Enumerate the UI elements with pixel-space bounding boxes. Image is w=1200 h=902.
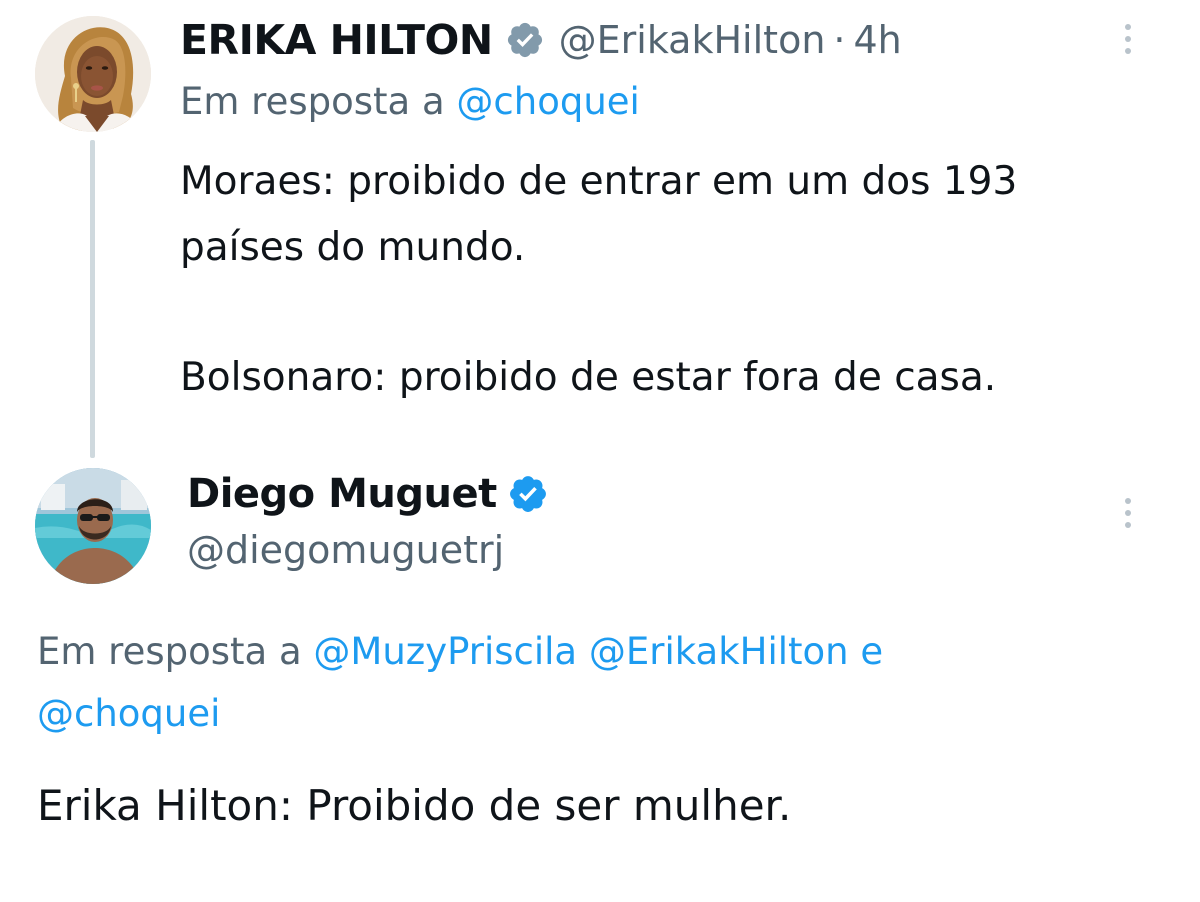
reply-conjunction: e: [860, 630, 884, 673]
tweet-text-line: Bolsonaro: proibido de estar fora de cas…: [180, 355, 997, 400]
avatar-diego-muguet-image: [35, 468, 151, 584]
tweet-timestamp[interactable]: 4h: [854, 18, 902, 62]
mention-link-erikakhilton[interactable]: @ErikakHilton: [589, 630, 849, 673]
avatar-erika-hilton[interactable]: [35, 16, 151, 132]
tweet-text-line: países do mundo.: [180, 225, 526, 270]
avatar-erika-hilton-image: [35, 16, 151, 132]
gray-verified-badge-icon[interactable]: [505, 20, 545, 60]
more-vertical-icon[interactable]: [1121, 24, 1135, 54]
mention-link-choquei[interactable]: @choquei: [37, 692, 220, 735]
mention-link-muzypriscila[interactable]: @MuzyPriscila: [313, 630, 577, 673]
mention-link-choquei[interactable]: @choquei: [456, 80, 639, 123]
reply-context-continued: @choquei: [37, 684, 220, 744]
tweet-header: ERIKA HILTON @ErikakHilton · 4h: [180, 12, 902, 68]
separator-dot: ·: [833, 18, 846, 62]
tweet-header: Diego Muguet: [187, 466, 549, 522]
more-vertical-icon[interactable]: [1121, 498, 1135, 528]
reply-prefix: Em resposta a: [180, 80, 445, 123]
reply-prefix: Em resposta a: [37, 630, 302, 673]
tweet-text-line: Moraes: proibido de entrar em um dos 193: [180, 159, 1018, 204]
author-handle[interactable]: @diegomuguetrj: [187, 528, 504, 572]
avatar-diego-muguet[interactable]: [35, 468, 151, 584]
author-name[interactable]: ERIKA HILTON: [180, 16, 493, 64]
author-name[interactable]: Diego Muguet: [187, 471, 497, 517]
reply-context: Em resposta a @choquei: [180, 80, 640, 123]
author-handle[interactable]: @ErikakHilton: [559, 18, 826, 62]
reply-context: Em resposta a @MuzyPriscila @ErikakHilto…: [37, 622, 883, 682]
thread-connector-line: [90, 140, 95, 458]
tweet-text: Erika Hilton: Proibido de ser mulher.: [37, 781, 792, 830]
blue-verified-badge-icon[interactable]: [507, 473, 549, 515]
